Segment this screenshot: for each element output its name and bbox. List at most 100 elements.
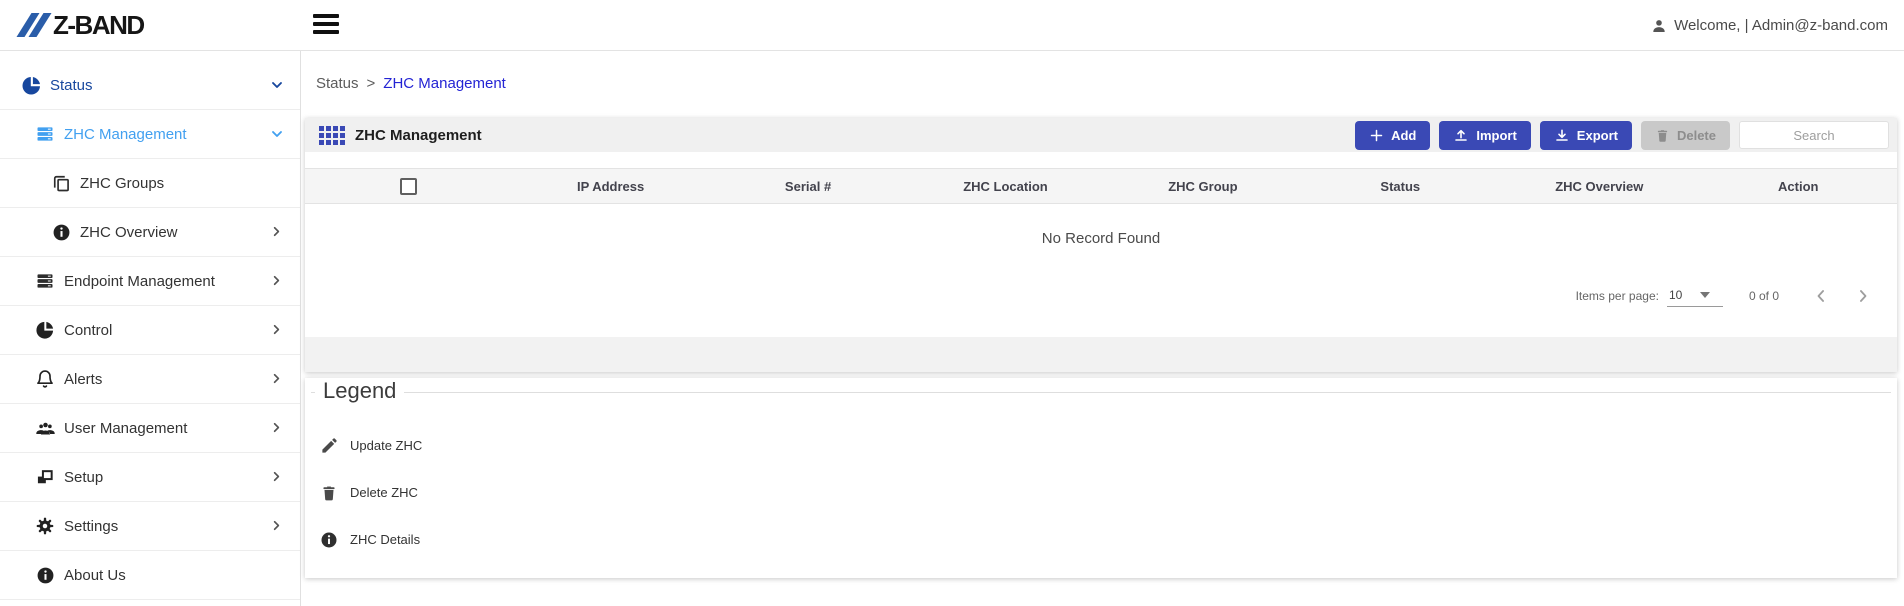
menu-toggle-icon[interactable] <box>313 14 341 36</box>
chevron-right-icon <box>269 518 285 534</box>
user-account[interactable]: Welcome, | Admin@z-band.com <box>1651 0 1888 51</box>
panel-footer <box>305 337 1897 372</box>
empty-message: No Record Found <box>305 204 1897 274</box>
chevron-right-icon <box>269 420 285 436</box>
sidebar-item-label: ZHC Overview <box>80 224 178 241</box>
sidebar-item-label: Endpoint Management <box>64 273 215 290</box>
sidebar-item-endpoint-management[interactable]: Endpoint Management <box>0 257 300 306</box>
legend-panel: Legend Update ZHC Delete ZHC <box>305 378 1897 578</box>
legend-divider: Legend <box>311 392 1891 393</box>
chevron-right-icon <box>269 273 285 289</box>
sidebar-item-alerts[interactable]: Alerts <box>0 355 300 404</box>
sidebar-item-label: Alerts <box>64 371 102 388</box>
users-icon <box>34 417 56 439</box>
items-per-page-label: Items per page: <box>1576 289 1659 303</box>
sidebar-item-control[interactable]: Control <box>0 306 300 355</box>
sidebar-item-setup[interactable]: Setup <box>0 453 300 502</box>
chevron-right-icon <box>269 322 285 338</box>
sidebar-item-settings[interactable]: Settings <box>0 502 300 551</box>
grid-icon <box>319 126 345 145</box>
chevron-down-icon <box>269 126 285 142</box>
pencil-icon <box>319 436 339 456</box>
breadcrumb-current[interactable]: ZHC Management <box>383 75 506 92</box>
sidebar-item-label: Settings <box>64 518 118 535</box>
breadcrumb: Status > ZHC Management <box>316 75 506 92</box>
pie-chart-icon <box>20 74 42 96</box>
sidebar-item-zhc-overview[interactable]: ZHC Overview <box>0 208 300 257</box>
caret-down-icon <box>1700 292 1710 298</box>
export-button[interactable]: Export <box>1540 121 1632 150</box>
windows-icon <box>34 466 56 488</box>
import-button[interactable]: Import <box>1439 121 1530 150</box>
table-header-row: IP Address Serial # ZHC Location ZHC Gro… <box>305 169 1897 204</box>
sidebar-item-zhc-groups[interactable]: ZHC Groups <box>0 159 300 208</box>
add-button[interactable]: Add <box>1355 121 1430 150</box>
delete-button[interactable]: Delete <box>1641 121 1730 150</box>
prev-page-button[interactable] <box>1811 286 1831 306</box>
chevron-right-icon <box>269 371 285 387</box>
bell-icon <box>34 368 56 390</box>
col-header-zhc-group: ZHC Group <box>1104 169 1301 204</box>
download-icon <box>1554 127 1570 143</box>
welcome-text: Welcome, | Admin@z-band.com <box>1674 17 1888 34</box>
next-page-button[interactable] <box>1853 286 1873 306</box>
select-all-checkbox[interactable] <box>400 178 417 195</box>
legend-item-label: ZHC Details <box>350 532 420 547</box>
search-input[interactable] <box>1739 121 1889 149</box>
col-header-status: Status <box>1302 169 1499 204</box>
paginator: Items per page: 10 0 of 0 <box>1576 276 1873 316</box>
items-per-page-select[interactable]: 10 <box>1667 286 1723 307</box>
sidebar-item-label: ZHC Groups <box>80 175 164 192</box>
zband-logo[interactable]: Z-BAND <box>24 10 144 40</box>
col-header-serial: Serial # <box>709 169 906 204</box>
zhc-management-panel: ZHC Management Add Import <box>305 118 1897 372</box>
legend-item-delete-zhc: Delete ZHC <box>319 469 422 516</box>
info-icon <box>34 564 56 586</box>
sidebar-item-label: Setup <box>64 469 103 486</box>
zband-logo-text: Z-BAND <box>53 10 144 41</box>
server-icon <box>34 270 56 292</box>
sidebar-item-status[interactable]: Status <box>0 61 300 110</box>
legend-item-zhc-details: ZHC Details <box>319 516 422 563</box>
sidebar-item-user-management[interactable]: User Management <box>0 404 300 453</box>
trash-icon <box>1655 128 1670 143</box>
sidebar-item-label: User Management <box>64 420 187 437</box>
plus-icon <box>1369 128 1384 143</box>
col-header-ip-address: IP Address <box>512 169 709 204</box>
col-header-zhc-location: ZHC Location <box>907 169 1104 204</box>
info-icon <box>50 221 72 243</box>
pie-chart-icon <box>34 319 56 341</box>
sidebar-item-label: Control <box>64 322 112 339</box>
top-bar: Z-BAND Welcome, | Admin@z-band.com <box>0 0 1904 51</box>
breadcrumb-separator: > <box>367 75 376 92</box>
col-header-zhc-overview: ZHC Overview <box>1499 169 1700 204</box>
zband-logo-icon <box>24 13 48 37</box>
sidebar-item-label: About Us <box>64 567 126 584</box>
main-content: Status > ZHC Management ZHC Management <box>301 51 1904 606</box>
sidebar-item-label: Status <box>50 77 93 94</box>
col-header-action: Action <box>1700 169 1897 204</box>
legend-title: Legend <box>315 378 404 404</box>
breadcrumb-parent[interactable]: Status <box>316 75 359 92</box>
chevron-right-icon <box>269 224 285 240</box>
gear-icon <box>34 515 56 537</box>
sidebar-nav: Status ZHC Management ZHC Groups Z <box>0 51 301 606</box>
zhc-table: IP Address Serial # ZHC Location ZHC Gro… <box>305 168 1897 204</box>
legend-item-label: Delete ZHC <box>350 485 418 500</box>
sidebar-item-label: ZHC Management <box>64 126 187 143</box>
panel-header: ZHC Management Add Import <box>305 118 1897 152</box>
chevron-right-icon <box>269 469 285 485</box>
sidebar-item-about-us[interactable]: About Us <box>0 551 300 600</box>
app-window: Z-BAND Welcome, | Admin@z-band.com Statu… <box>0 0 1904 606</box>
legend-item-update-zhc: Update ZHC <box>319 422 422 469</box>
upload-icon <box>1453 127 1469 143</box>
person-icon <box>1651 18 1667 34</box>
server-icon <box>34 123 56 145</box>
legend-item-label: Update ZHC <box>350 438 422 453</box>
copy-icon <box>50 172 72 194</box>
trash-icon <box>319 483 339 503</box>
info-icon <box>319 530 339 550</box>
panel-title: ZHC Management <box>355 127 482 144</box>
chevron-down-icon <box>269 77 285 93</box>
sidebar-item-zhc-management[interactable]: ZHC Management <box>0 110 300 159</box>
